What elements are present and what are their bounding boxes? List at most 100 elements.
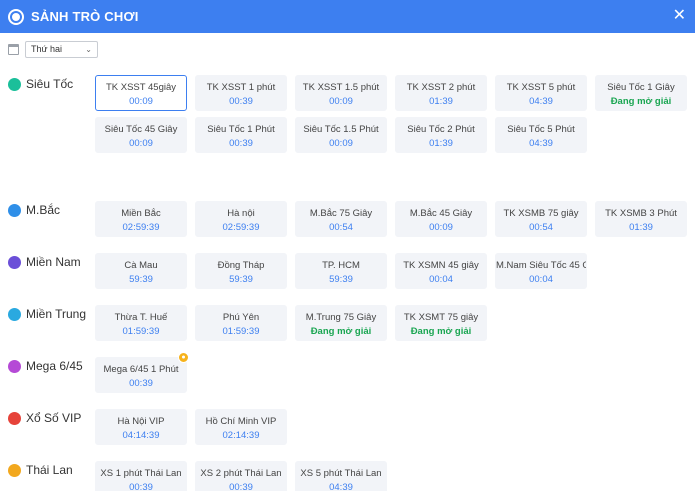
game-name: M.Bắc 45 Giây <box>409 208 473 219</box>
stopwatch-icon <box>8 77 21 91</box>
game-countdown: 01:39 <box>629 222 653 233</box>
game-countdown: 00:39 <box>229 96 253 107</box>
game-card[interactable]: Hà Nội VIP 04:14:39 <box>95 409 187 445</box>
game-name: M.Bắc 75 Giây <box>309 208 373 219</box>
game-countdown: 00:39 <box>229 138 253 149</box>
group-label-text: M.Bắc <box>26 203 61 217</box>
game-name: Hồ Chí Minh VIP <box>205 416 277 427</box>
game-name: TK XSST 45giây <box>105 82 177 93</box>
game-card[interactable]: TK XSST 45giây 00:09 <box>95 75 187 111</box>
game-card[interactable]: XS 2 phút Thái Lan 00:39 <box>195 461 287 491</box>
game-card[interactable]: TK XSMN 45 giây 00:04 <box>395 253 487 289</box>
game-countdown: 00:09 <box>429 222 453 233</box>
chevron-down-icon: ⌄ <box>85 44 92 54</box>
game-name: Siêu Tốc 1 Phút <box>207 124 275 135</box>
group-label-text: Mega 6/45 <box>26 359 83 373</box>
game-name: XS 5 phút Thái Lan <box>300 468 382 479</box>
game-name: TK XSMB 3 Phút <box>605 208 677 219</box>
game-countdown: 02:59:39 <box>122 222 160 233</box>
game-name: TK XSMB 75 giây <box>503 208 579 219</box>
game-card[interactable]: Cà Mau 59:39 <box>95 253 187 289</box>
group-label: Mega 6/45 <box>8 359 83 373</box>
game-card[interactable]: Siêu Tốc 1 Giây Đang mở giải <box>595 75 687 111</box>
game-name: XS 1 phút Thái Lan <box>100 468 182 479</box>
game-card[interactable]: Siêu Tốc 45 Giây 00:09 <box>95 117 187 153</box>
game-card[interactable]: TK XSMT 75 giây Đang mở giải <box>395 305 487 341</box>
game-name: TK XSST 2 phút <box>406 82 476 93</box>
game-countdown: 59:39 <box>329 274 353 285</box>
game-name: TK XSMT 75 giây <box>403 312 479 323</box>
ticket-icon <box>8 307 21 321</box>
group-label-text: Miền Trung <box>26 307 87 321</box>
logo-icon <box>8 8 24 25</box>
game-card[interactable]: Đồng Tháp 59:39 <box>195 253 287 289</box>
game-card[interactable]: TK XSMB 75 giây 00:54 <box>495 201 587 237</box>
game-card[interactable]: TP. HCM 59:39 <box>295 253 387 289</box>
group-label-text: Miền Nam <box>26 255 81 269</box>
day-select[interactable]: Thứ hai ⌄ <box>25 40 98 58</box>
game-name: XS 2 phút Thái Lan <box>200 468 282 479</box>
game-card[interactable]: Siêu Tốc 1.5 Phút 00:09 <box>295 117 387 153</box>
ticket-icon <box>8 255 21 269</box>
group-label: Xổ Số VIP <box>8 411 81 425</box>
game-countdown: 59:39 <box>229 274 253 285</box>
game-countdown: 00:54 <box>329 222 353 233</box>
game-countdown: 00:09 <box>329 96 353 107</box>
game-countdown: 02:14:39 <box>222 430 260 441</box>
game-card[interactable]: Mega 6/45 1 Phút 00:39 ● <box>95 352 189 393</box>
day-select-value: Thứ hai <box>31 44 63 54</box>
game-card[interactable]: Phú Yên 01:59:39 <box>195 305 287 341</box>
close-icon[interactable]: ✕ <box>673 6 686 26</box>
game-card[interactable]: TK XSST 1 phút 00:39 <box>195 75 287 111</box>
game-card[interactable]: XS 5 phút Thái Lan 04:39 <box>295 461 387 491</box>
game-name: M.Nam Siêu Tốc 45 Giây <box>496 260 586 271</box>
game-countdown: 02:59:39 <box>222 222 260 233</box>
hot-badge-icon: ● <box>178 352 189 363</box>
game-card[interactable]: TK XSST 2 phút 01:39 <box>395 75 487 111</box>
game-card[interactable]: TK XSST 1.5 phút 00:09 <box>295 75 387 111</box>
game-countdown: 00:04 <box>429 274 453 285</box>
game-card[interactable]: M.Bắc 75 Giây 00:54 <box>295 201 387 237</box>
game-name: Thừa T. Huế <box>114 312 168 323</box>
game-name: Hà Nội VIP <box>117 416 165 427</box>
game-card[interactable]: TK XSMB 3 Phút 01:39 <box>595 201 687 237</box>
group-label-text: Xổ Số VIP <box>26 411 82 425</box>
game-name: Miền Bắc <box>121 208 161 219</box>
game-card[interactable]: M.Bắc 45 Giây 00:09 <box>395 201 487 237</box>
game-name: TP. HCM <box>322 260 360 271</box>
game-card[interactable]: Siêu Tốc 5 Phút 04:39 <box>495 117 587 153</box>
bus-icon <box>8 359 21 373</box>
game-card[interactable]: Miền Bắc 02:59:39 <box>95 201 187 237</box>
game-countdown: 01:39 <box>429 138 453 149</box>
game-card[interactable]: Hồ Chí Minh VIP 02:14:39 <box>195 409 287 445</box>
game-name: Siêu Tốc 2 Phút <box>407 124 475 135</box>
group-label: Miền Trung <box>8 307 86 321</box>
game-card[interactable]: M.Trung 75 Giây Đang mở giải <box>295 305 387 341</box>
game-name: Đồng Tháp <box>217 260 265 271</box>
date-filter: Thứ hai ⌄ <box>0 33 695 65</box>
game-countdown: 00:09 <box>129 96 153 107</box>
game-status: Đang mở giải <box>610 96 672 107</box>
game-countdown: 04:39 <box>329 482 353 491</box>
game-countdown: 04:14:39 <box>122 430 160 441</box>
game-card[interactable]: Thừa T. Huế 01:59:39 <box>95 305 187 341</box>
game-name: TK XSST 1 phút <box>206 82 276 93</box>
calendar-icon <box>8 43 19 55</box>
game-card[interactable]: Hà nội 02:59:39 <box>195 201 287 237</box>
game-card[interactable]: Siêu Tốc 1 Phút 00:39 <box>195 117 287 153</box>
coin-icon <box>8 463 21 477</box>
game-card[interactable]: XS 1 phút Thái Lan 00:39 <box>95 461 187 491</box>
game-name: Siêu Tốc 45 Giây <box>104 124 178 135</box>
game-card[interactable]: Siêu Tốc 2 Phút 01:39 <box>395 117 487 153</box>
game-countdown: 00:09 <box>329 138 353 149</box>
game-card[interactable]: TK XSST 5 phút 04:39 <box>495 75 587 111</box>
game-card[interactable]: M.Nam Siêu Tốc 45 Giây 00:04 <box>495 253 587 289</box>
game-name: Phú Yên <box>222 312 260 323</box>
game-name: Siêu Tốc 5 Phút <box>507 124 575 135</box>
group-label: Siêu Tốc <box>8 77 73 91</box>
game-status: Đang mở giải <box>410 326 472 337</box>
game-status: Đang mở giải <box>310 326 372 337</box>
game-countdown: 01:59:39 <box>222 326 260 337</box>
game-countdown: 01:39 <box>429 96 453 107</box>
game-countdown: 00:39 <box>229 482 253 491</box>
